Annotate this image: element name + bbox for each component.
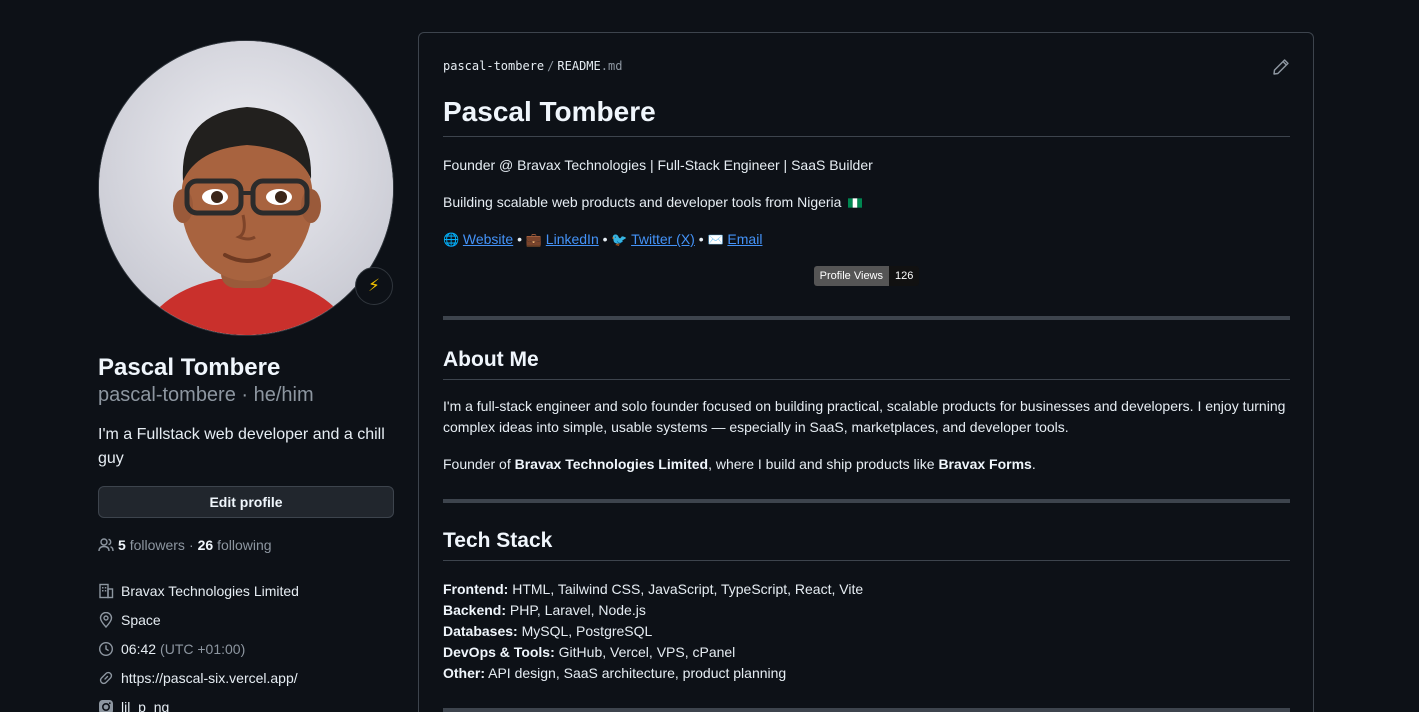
location-icon bbox=[98, 611, 114, 628]
profile-company: Bravax Technologies Limited bbox=[98, 576, 299, 605]
link-icon bbox=[98, 670, 114, 686]
instagram-icon bbox=[98, 699, 114, 712]
globe-icon: 🌐 bbox=[443, 232, 460, 247]
stack-label: Other: bbox=[443, 665, 485, 681]
about-founder-paragraph: Founder of Bravax Technologies Limited, … bbox=[443, 454, 1290, 475]
profile-login-pronouns: pascal-tombere · he/him bbox=[98, 384, 314, 406]
location-text: Space bbox=[121, 611, 161, 628]
avatar-illustration bbox=[99, 41, 393, 335]
section-divider bbox=[443, 316, 1290, 320]
clock-icon bbox=[98, 641, 114, 657]
breadcrumb-file: README bbox=[557, 59, 601, 73]
breadcrumb-file-link[interactable]: README.md bbox=[557, 59, 622, 73]
stack-value: API design, SaaS architecture, product p… bbox=[488, 665, 787, 681]
stack-value: MySQL, PostgreSQL bbox=[521, 623, 653, 639]
subline-text: Building scalable web products and devel… bbox=[443, 194, 842, 210]
profile-sidebar bbox=[98, 40, 394, 336]
stack-value: HTML, Tailwind CSS, JavaScript, TypeScri… bbox=[512, 581, 864, 597]
founder-company: Bravax Technologies Limited bbox=[514, 456, 709, 472]
company-name: Bravax Technologies Limited bbox=[121, 582, 299, 599]
badge-wrap: Profile Views 126 bbox=[813, 266, 920, 286]
founder-product: Bravax Forms bbox=[938, 456, 1032, 472]
section-divider bbox=[443, 499, 1290, 503]
profile-local-time: 06:42 (UTC +01:00) bbox=[98, 634, 299, 663]
local-time-text: 06:42 bbox=[121, 640, 157, 657]
breadcrumb-ext: .md bbox=[600, 59, 623, 73]
stack-label: Frontend: bbox=[443, 581, 509, 597]
stack-row-other: Other: API design, SaaS architecture, pr… bbox=[443, 663, 1290, 684]
stack-row-databases: Databases: MySQL, PostgreSQL bbox=[443, 621, 1290, 642]
bird-icon: 🐦 bbox=[611, 232, 628, 247]
profile-location: Space bbox=[98, 605, 299, 634]
badge-value: 126 bbox=[889, 266, 920, 286]
founder-pre: Founder of bbox=[443, 456, 515, 472]
linkedin-link[interactable]: LinkedIn bbox=[546, 231, 599, 247]
link-separator: • bbox=[602, 231, 608, 247]
readme-title: Pascal Tombere bbox=[443, 95, 1290, 137]
following-link[interactable]: 26 following bbox=[198, 537, 272, 553]
readme-links: 🌐 Website • 💼 LinkedIn • 🐦 Twitter (X) •… bbox=[443, 229, 1290, 250]
link-separator: • bbox=[517, 231, 523, 247]
website-readme-link[interactable]: Website bbox=[463, 231, 513, 247]
stack-label: Backend: bbox=[443, 602, 507, 618]
edit-profile-button[interactable]: Edit profile bbox=[98, 486, 394, 518]
about-heading: About Me bbox=[443, 346, 1290, 380]
profile-full-name: Pascal Tombere bbox=[98, 354, 281, 381]
stack-label: Databases: bbox=[443, 623, 518, 639]
section-divider bbox=[443, 708, 1290, 712]
people-icon bbox=[98, 537, 114, 553]
profile-bio: I'm a Fullstack web developer and a chil… bbox=[98, 426, 385, 467]
breadcrumb-separator: / bbox=[547, 59, 555, 73]
tech-stack-list: Frontend: HTML, Tailwind CSS, JavaScript… bbox=[443, 579, 1290, 684]
profile-views-badge: Profile Views 126 bbox=[443, 266, 1290, 286]
organization-icon bbox=[98, 583, 114, 599]
profile-page: ⚡ Pascal Tombere pascal-tombere · he/him… bbox=[0, 0, 1419, 712]
badge-label: Profile Views bbox=[813, 266, 890, 286]
following-count: 26 bbox=[197, 537, 214, 553]
founder-mid: , where I build and ship products like bbox=[708, 456, 939, 472]
stack-row-devops: DevOps & Tools: GitHub, Vercel, VPS, cPa… bbox=[443, 642, 1290, 663]
followers-link[interactable]: 5 followers bbox=[118, 537, 185, 553]
stack-label: DevOps & Tools: bbox=[443, 644, 555, 660]
avatar[interactable] bbox=[98, 40, 394, 336]
readme-card: pascal-tombere / README.md Pascal Tombere … bbox=[418, 32, 1314, 712]
breadcrumb-user-link[interactable]: pascal-tombere bbox=[443, 59, 544, 73]
status-emoji-button[interactable]: ⚡ bbox=[355, 267, 393, 305]
following-label: following bbox=[217, 537, 272, 553]
follow-stats: 5 followers · 26 following bbox=[98, 536, 272, 554]
timezone-text: (UTC +01:00) bbox=[160, 640, 246, 657]
email-link[interactable]: Email bbox=[727, 231, 762, 247]
readme-breadcrumb: pascal-tombere / README.md bbox=[443, 59, 622, 73]
profile-website: https://pascal-six.vercel.app/ bbox=[98, 663, 299, 692]
readme-subline: Building scalable web products and devel… bbox=[443, 192, 1290, 213]
website-link[interactable]: https://pascal-six.vercel.app/ bbox=[121, 670, 298, 686]
stack-value: GitHub, Vercel, VPS, cPanel bbox=[558, 644, 736, 660]
tech-stack-heading: Tech Stack bbox=[443, 527, 1290, 561]
stack-row-backend: Backend: PHP, Laravel, Node.js bbox=[443, 600, 1290, 621]
twitter-link[interactable]: Twitter (X) bbox=[631, 231, 695, 247]
envelope-icon: ✉️ bbox=[707, 232, 724, 247]
link-separator: • bbox=[698, 231, 704, 247]
briefcase-icon: 💼 bbox=[525, 232, 543, 247]
about-paragraph: I'm a full-stack engineer and solo found… bbox=[443, 398, 1286, 435]
profile-instagram: lil_p_ng bbox=[98, 692, 299, 712]
readme-tagline: Founder @ Bravax Technologies | Full-Sta… bbox=[443, 157, 873, 173]
pencil-icon[interactable] bbox=[1272, 58, 1290, 76]
nigeria-flag-icon bbox=[848, 198, 863, 208]
followers-label: followers bbox=[129, 537, 185, 553]
readme-content: Pascal Tombere Founder @ Bravax Technolo… bbox=[443, 95, 1290, 712]
followers-count: 5 bbox=[118, 537, 126, 553]
founder-post: . bbox=[1031, 456, 1036, 472]
profile-details: Bravax Technologies Limited Space 06:42 … bbox=[98, 576, 299, 712]
stack-value: PHP, Laravel, Node.js bbox=[509, 602, 646, 618]
dot-separator: · bbox=[188, 537, 194, 553]
instagram-link[interactable]: lil_p_ng bbox=[121, 699, 169, 712]
stack-row-frontend: Frontend: HTML, Tailwind CSS, JavaScript… bbox=[443, 579, 1290, 600]
